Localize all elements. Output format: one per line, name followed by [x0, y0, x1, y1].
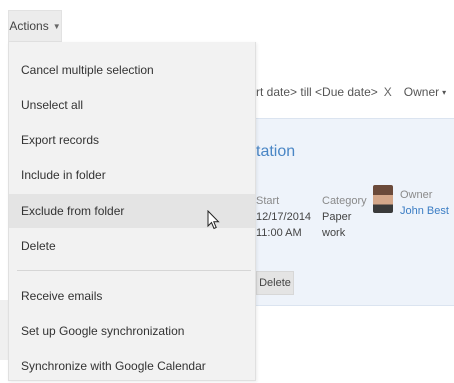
- chevron-down-icon: ▾: [442, 87, 447, 97]
- actions-button[interactable]: Actions ▼: [8, 10, 62, 42]
- menu-item-google-sync-setup[interactable]: Set up Google synchronization: [9, 314, 255, 348]
- date-filter-text[interactable]: rt date> till <Due date>: [256, 85, 378, 99]
- record-title[interactable]: tation: [256, 143, 295, 161]
- delete-button[interactable]: Delete: [256, 271, 294, 295]
- owner-filter-label[interactable]: Owner: [404, 85, 439, 99]
- category-value-line2: work: [322, 227, 346, 239]
- menu-item-sync-google-calendar[interactable]: Synchronize with Google Calendar: [9, 349, 255, 383]
- chevron-down-icon: ▼: [52, 21, 61, 31]
- menu-item-include-in-folder[interactable]: Include in folder: [9, 158, 255, 192]
- menu-item-export-records[interactable]: Export records: [9, 123, 255, 157]
- start-label: Start: [256, 195, 280, 207]
- start-date: 12/17/2014: [256, 211, 312, 223]
- category-value-line1: Paper: [322, 211, 352, 223]
- avatar: [373, 185, 393, 213]
- menu-divider: [17, 270, 251, 271]
- menu-item-unselect-all[interactable]: Unselect all: [9, 88, 255, 122]
- mouse-cursor-icon: [207, 210, 220, 230]
- left-panel-edge: [0, 300, 8, 360]
- menu-item-delete[interactable]: Delete: [9, 229, 255, 263]
- menu-item-receive-emails[interactable]: Receive emails: [9, 279, 255, 313]
- actions-button-label: Actions: [9, 19, 49, 33]
- clear-filter-icon[interactable]: X: [384, 85, 392, 99]
- owner-label: Owner: [400, 189, 433, 201]
- filter-bar: rt date> till <Due date> X Owner ▾ \: [256, 80, 454, 104]
- menu-item-cancel-multiple-selection[interactable]: Cancel multiple selection: [9, 53, 255, 87]
- record-card: tation Start 12/17/2014 11:00 AM Categor…: [256, 118, 454, 306]
- category-label: Category: [322, 195, 367, 207]
- owner-name-link[interactable]: John Best: [400, 205, 449, 217]
- start-time: 11:00 AM: [256, 227, 302, 239]
